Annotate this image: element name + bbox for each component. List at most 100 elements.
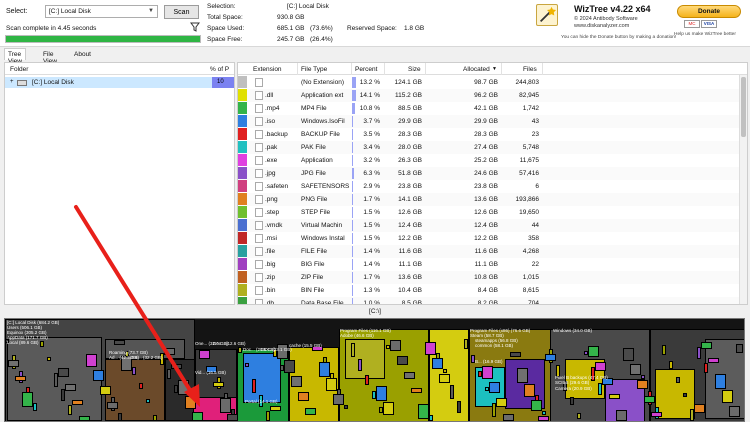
treemap-block[interactable]	[478, 371, 482, 377]
col-extension[interactable]: Extension	[253, 66, 282, 73]
col-percent[interactable]: Percent	[355, 66, 377, 73]
treemap-block[interactable]	[496, 398, 507, 407]
treemap-block[interactable]	[595, 362, 606, 371]
treemap-block[interactable]	[637, 380, 648, 389]
treemap-block[interactable]	[65, 384, 76, 391]
treemap-block[interactable]	[432, 358, 443, 369]
treemap-block[interactable]	[482, 366, 493, 379]
table-row[interactable]: .backup BACKUP File 3.5 % 28.3 GB 28.3 GB 23	[238, 128, 747, 141]
treemap-block[interactable]	[383, 402, 394, 415]
treemap-block[interactable]	[220, 398, 231, 413]
treemap-block[interactable]	[79, 416, 90, 421]
treemap-block[interactable]	[107, 402, 118, 409]
treemap-block[interactable]	[22, 392, 33, 407]
table-row[interactable]: .zip ZIP File 1.7 % 13.6 GB 10.8 GB 1,015	[238, 271, 747, 284]
col-size[interactable]: Size	[408, 66, 421, 73]
treemap-block[interactable]	[164, 348, 175, 355]
table-row[interactable]: .msi Windows Instal 1.5 % 12.2 GB 12.2 GB 358	[238, 232, 747, 245]
treemap-block[interactable]	[270, 406, 281, 411]
treemap-block[interactable]	[33, 403, 37, 411]
treemap-block[interactable]	[379, 407, 383, 413]
table-row[interactable]: .file FILE File 1.4 % 11.6 GB 11.6 GB 4,268	[238, 245, 747, 258]
treemap-block[interactable]	[266, 411, 270, 421]
treemap-block[interactable]	[570, 397, 574, 405]
treemap-block[interactable]	[326, 378, 337, 391]
tab-file-view[interactable]: File View	[39, 48, 61, 65]
treemap-block[interactable]	[376, 386, 387, 401]
table-row[interactable]: .step STEP File 1.5 % 12.6 GB 12.6 GB 19,650	[238, 206, 747, 219]
treemap-block[interactable]	[344, 405, 348, 409]
treemap-block[interactable]	[372, 391, 376, 399]
treemap-block[interactable]	[457, 401, 461, 413]
scroll-thumb[interactable]	[741, 77, 746, 137]
treemap-block[interactable]	[305, 408, 316, 415]
treemap-block[interactable]	[429, 415, 433, 421]
treemap-block[interactable]	[227, 414, 238, 421]
treemap-block[interactable]	[425, 342, 436, 355]
treemap-block[interactable]	[418, 404, 429, 419]
treemap-block[interactable]	[676, 377, 680, 383]
table-row[interactable]: .png PNG File 1.7 % 14.1 GB 13.6 GB 193,866	[238, 193, 747, 206]
treemap-block[interactable]	[492, 403, 496, 417]
treemap-block[interactable]	[238, 347, 242, 353]
treemap-block[interactable]	[662, 345, 666, 355]
treemap-block[interactable]	[577, 413, 581, 419]
treemap-block[interactable]	[58, 368, 69, 377]
treemap-block[interactable]	[185, 396, 196, 409]
treemap-block[interactable]	[146, 399, 150, 403]
treemap-block[interactable]	[450, 385, 454, 399]
treemap-block[interactable]	[365, 375, 369, 385]
col-files[interactable]: Files	[523, 66, 537, 73]
treemap-block[interactable]	[588, 346, 599, 357]
treemap-block[interactable]	[284, 360, 295, 373]
col-file-type[interactable]: File Type	[301, 66, 327, 73]
treemap-block[interactable]	[351, 343, 355, 357]
treemap-block[interactable]	[86, 354, 97, 367]
treemap-block[interactable]	[503, 414, 514, 421]
treemap-block[interactable]	[68, 405, 72, 415]
treemap-block[interactable]	[390, 340, 401, 351]
treemap-block[interactable]	[114, 340, 125, 345]
treemap-block[interactable]	[584, 351, 588, 355]
treemap-block[interactable]	[683, 393, 687, 397]
table-row[interactable]: .vmdk Virtual Machin 1.5 % 12.4 GB 12.4 GB 44	[238, 219, 747, 232]
treemap-block[interactable]	[15, 376, 26, 381]
treemap-block[interactable]	[8, 360, 19, 367]
treemap-block[interactable]	[598, 383, 602, 395]
table-row[interactable]: .jpg JPG File 6.3 % 51.8 GB 24.6 GB 57,416	[238, 167, 747, 180]
donate-button[interactable]: Donate	[677, 5, 741, 18]
treemap-block[interactable]	[545, 354, 556, 361]
table-row[interactable]: .db Data Base File 1.0 % 8.5 GB 8.2 GB 704	[238, 297, 747, 304]
table-row[interactable]: .exe Application 3.2 % 26.3 GB 25.2 GB 11,675	[238, 154, 747, 167]
treemap-block[interactable]	[118, 413, 122, 421]
treemap-block[interactable]	[199, 350, 210, 359]
table-row[interactable]: .iso Windows.IsoFil 3.7 % 29.9 GB 29.9 GB 43	[238, 115, 747, 128]
col-allocated[interactable]: Allocated	[463, 66, 490, 73]
treemap-block[interactable]	[291, 376, 302, 387]
treemap-block[interactable]	[443, 369, 447, 373]
treemap-block[interactable]	[213, 382, 224, 387]
treemap-block[interactable]	[524, 384, 535, 397]
treemap-block[interactable]	[485, 387, 489, 391]
table-row[interactable]: .dll Application ext 14.1 % 115.2 GB 96.2 GB…	[238, 89, 747, 102]
table-row[interactable]: .pak PAK File 3.4 % 28.0 GB 27.4 GB 5,748	[238, 141, 747, 154]
treemap-block[interactable]	[439, 374, 450, 383]
treemap-block[interactable]	[542, 411, 546, 415]
treemap-block[interactable]	[167, 369, 171, 379]
treemap-block[interactable]	[358, 359, 362, 371]
treemap-block[interactable]	[397, 356, 408, 365]
treemap-block[interactable]	[178, 380, 189, 395]
treemap-block[interactable]	[623, 348, 634, 361]
expand-icon[interactable]: +	[10, 79, 14, 85]
treemap-block[interactable]	[298, 392, 309, 401]
treemap-block[interactable]	[386, 345, 390, 349]
treemap-block[interactable]	[171, 364, 182, 369]
treemap-block[interactable]	[644, 396, 655, 403]
treemap-block[interactable]	[54, 373, 58, 387]
treemap-block[interactable]	[404, 372, 415, 379]
treemap-block[interactable]	[694, 404, 705, 413]
treemap-block[interactable]	[697, 347, 701, 359]
treemap-block[interactable]	[319, 362, 330, 377]
treemap-block[interactable]	[690, 409, 694, 421]
treemap-block[interactable]	[641, 375, 645, 379]
